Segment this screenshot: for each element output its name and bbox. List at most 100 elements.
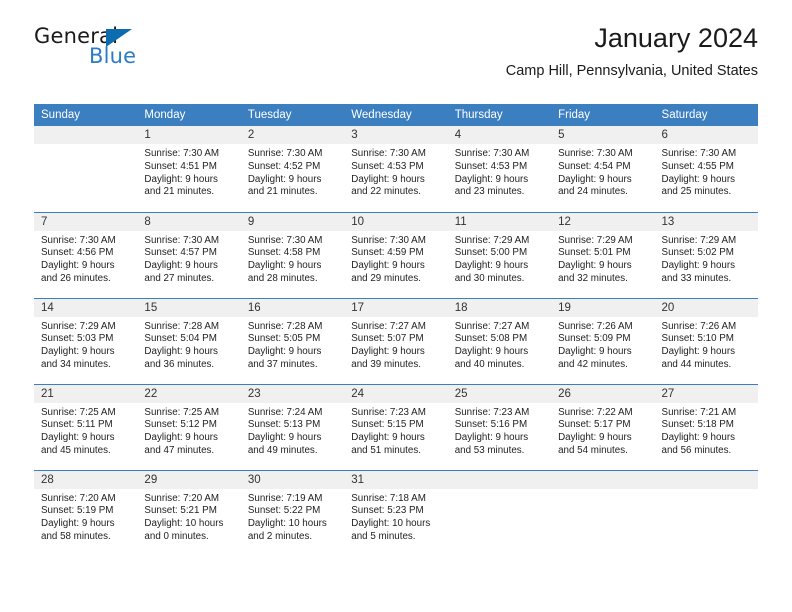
calendar-day-cell[interactable]: 3 Sunrise: 7:30 AM Sunset: 4:53 PM Daylight… [344,126,448,212]
day-sun-info: Sunrise: 7:29 AM Sunset: 5:01 PM Daylight:… [551,231,654,286]
calendar-day-cell[interactable]: 22 Sunrise: 7:25 AM Sunset: 5:12 PM Dayligh… [137,383,241,470]
weekday-header-row: Sunday Monday Tuesday Wednesday Thursday… [34,104,758,126]
calendar-day-cell[interactable]: 21 Sunrise: 7:25 AM Sunset: 5:11 PM Dayligh… [34,383,138,470]
sunrise-text: Sunrise: 7:30 AM [661,148,737,159]
calendar-day-cell[interactable]: 5 Sunrise: 7:30 AM Sunset: 4:54 PM Daylight… [551,126,655,212]
sunset-text: Sunset: 5:07 PM [351,333,424,345]
weekday-header-saturday: Saturday [654,104,758,126]
daylight-text-line2: and 54 minutes. [558,444,628,456]
daylight-text-line1: Daylight: 9 hours [144,346,218,358]
day-number: 2 [240,126,345,144]
day-number [447,470,552,489]
day-sun-info: Sunrise: 7:21 AM Sunset: 5:18 PM Daylight:… [655,403,758,458]
day-sun-info: Sunrise: 7:30 AM Sunset: 4:53 PM Daylight:… [344,144,447,199]
calendar-week-row: 7 Sunrise: 7:30 AM Sunset: 4:56 PM Daylight… [34,211,758,298]
daylight-text-line1: Daylight: 9 hours [661,432,736,444]
calendar-day-cell[interactable]: 16 Sunrise: 7:28 AM Sunset: 5:05 PM Dayligh… [240,297,345,384]
calendar-day-cell[interactable]: 19 Sunrise: 7:26 AM Sunset: 5:09 PM Dayligh… [551,297,655,384]
weekday-header-sunday: Sunday [34,104,138,126]
calendar-day-cell[interactable]: 28 Sunrise: 7:20 AM Sunset: 5:19 PM Dayligh… [34,469,138,556]
calendar-day-cell[interactable]: 31 Sunrise: 7:18 AM Sunset: 5:23 PM Dayligh… [344,469,448,556]
day-sun-info: Sunrise: 7:30 AM Sunset: 4:58 PM Daylight:… [241,231,344,286]
daylight-text-line2: and 56 minutes. [661,444,732,456]
calendar-day-cell[interactable]: 20 Sunrise: 7:26 AM Sunset: 5:10 PM Dayligh… [654,297,758,384]
calendar-day-cell[interactable]: 13 Sunrise: 7:29 AM Sunset: 5:02 PM Dayligh… [654,211,758,298]
daylight-text-line1: Daylight: 9 hours [661,346,736,358]
calendar-day-cell[interactable]: 4 Sunrise: 7:30 AM Sunset: 4:53 PM Daylight… [447,126,552,212]
sunrise-text: Sunrise: 7:28 AM [247,320,323,332]
daylight-text-line2: and 49 minutes. [247,444,318,456]
sunrise-text: Sunrise: 7:30 AM [351,148,426,159]
day-number: 28 [34,470,138,489]
day-sun-info: Sunrise: 7:26 AM Sunset: 5:10 PM Daylight:… [655,317,758,372]
sunrise-text: Sunrise: 7:30 AM [144,148,220,159]
calendar-day-cell[interactable]: 7 Sunrise: 7:30 AM Sunset: 4:56 PM Daylight… [34,211,138,298]
calendar-day-cell[interactable]: 12 Sunrise: 7:29 AM Sunset: 5:01 PM Dayligh… [551,211,655,298]
sunrise-text: Sunrise: 7:29 AM [41,320,116,332]
day-sun-info: Sunrise: 7:26 AM Sunset: 5:09 PM Daylight:… [551,317,654,372]
daylight-text-line1: Daylight: 9 hours [41,432,115,444]
daylight-text-line1: Daylight: 9 hours [351,260,425,272]
sunrise-text: Sunrise: 7:20 AM [41,492,116,504]
sunset-text: Sunset: 4:59 PM [351,247,424,259]
day-sun-info: Sunrise: 7:30 AM Sunset: 4:56 PM Daylight:… [34,231,137,286]
sunrise-text: Sunrise: 7:29 AM [558,234,633,246]
day-sun-info: Sunrise: 7:19 AM Sunset: 5:22 PM Daylight:… [241,489,344,544]
calendar-day-cell[interactable]: 10 Sunrise: 7:30 AM Sunset: 4:59 PM Dayligh… [344,211,448,298]
day-sun-info: Sunrise: 7:30 AM Sunset: 4:52 PM Daylight:… [241,144,344,199]
sunrise-text: Sunrise: 7:29 AM [661,234,737,246]
calendar-day-cell[interactable]: 8 Sunrise: 7:30 AM Sunset: 4:57 PM Daylight… [137,211,241,298]
day-sun-info: Sunrise: 7:27 AM Sunset: 5:07 PM Daylight:… [344,317,447,372]
day-number: 31 [344,470,448,489]
title-block: January 2024 Camp Hill, Pennsylvania, Un… [506,22,758,81]
day-number: 19 [551,298,655,317]
day-sun-info: Sunrise: 7:20 AM Sunset: 5:21 PM Daylight:… [137,489,240,544]
calendar-day-cell[interactable]: 1 Sunrise: 7:30 AM Sunset: 4:51 PM Daylight… [137,126,241,212]
day-number: 21 [34,384,138,403]
day-sun-info: Sunrise: 7:28 AM Sunset: 5:04 PM Daylight:… [137,317,240,372]
daylight-text-line1: Daylight: 9 hours [144,260,218,272]
calendar-day-cell[interactable]: 6 Sunrise: 7:30 AM Sunset: 4:55 PM Daylight… [654,126,758,212]
calendar-week-row: 1 Sunrise: 7:30 AM Sunset: 4:51 PM Daylight… [34,126,758,212]
day-number: 3 [344,126,448,144]
sunrise-text: Sunrise: 7:26 AM [558,320,633,332]
calendar-day-cell[interactable]: 25 Sunrise: 7:23 AM Sunset: 5:16 PM Dayligh… [447,383,552,470]
brand-logo[interactable]: General Blue [34,24,234,72]
day-number: 24 [344,384,448,403]
sunset-text: Sunset: 5:16 PM [454,419,528,431]
daylight-text-line2: and 32 minutes. [558,272,628,284]
sunset-text: Sunset: 5:02 PM [661,247,734,259]
day-sun-info: Sunrise: 7:30 AM Sunset: 4:51 PM Daylight:… [137,144,240,199]
brand-name-blue: Blue [89,44,137,68]
calendar-day-cell[interactable]: 26 Sunrise: 7:22 AM Sunset: 5:17 PM Dayligh… [551,383,655,470]
daylight-text-line2: and 0 minutes. [144,530,209,542]
calendar-day-cell[interactable]: 15 Sunrise: 7:28 AM Sunset: 5:04 PM Dayligh… [137,297,241,384]
calendar-day-cell[interactable]: 14 Sunrise: 7:29 AM Sunset: 5:03 PM Dayligh… [34,297,138,384]
calendar-day-cell[interactable]: 18 Sunrise: 7:27 AM Sunset: 5:08 PM Dayligh… [447,297,552,384]
calendar-day-cell[interactable]: 27 Sunrise: 7:21 AM Sunset: 5:18 PM Dayligh… [654,383,758,470]
daylight-text-line2: and 27 minutes. [144,272,215,284]
day-number: 22 [137,384,241,403]
calendar-day-cell[interactable]: 9 Sunrise: 7:30 AM Sunset: 4:58 PM Daylight… [240,211,345,298]
calendar-day-cell[interactable]: 30 Sunrise: 7:19 AM Sunset: 5:22 PM Dayligh… [240,469,345,556]
daylight-text-line1: Daylight: 9 hours [351,173,425,185]
calendar-day-cell[interactable]: 23 Sunrise: 7:24 AM Sunset: 5:13 PM Dayligh… [240,383,345,470]
daylight-text-line2: and 28 minutes. [247,272,318,284]
day-sun-info: Sunrise: 7:30 AM Sunset: 4:53 PM Daylight:… [448,144,551,199]
calendar-day-cell[interactable]: 2 Sunrise: 7:30 AM Sunset: 4:52 PM Daylight… [240,126,345,212]
day-number: 13 [654,212,758,231]
daylight-text-line2: and 37 minutes. [247,358,318,370]
calendar-day-cell[interactable]: 24 Sunrise: 7:23 AM Sunset: 5:15 PM Dayligh… [344,383,448,470]
sunrise-text: Sunrise: 7:27 AM [351,320,426,332]
daylight-text-line1: Daylight: 10 hours [351,518,431,530]
day-sun-info: Sunrise: 7:30 AM Sunset: 4:57 PM Daylight:… [137,231,240,286]
sunrise-text: Sunrise: 7:24 AM [247,406,323,418]
calendar-day-cell[interactable]: 11 Sunrise: 7:29 AM Sunset: 5:00 PM Dayligh… [447,211,552,298]
calendar-day-cell[interactable]: 17 Sunrise: 7:27 AM Sunset: 5:07 PM Dayligh… [344,297,448,384]
calendar-cell-empty [34,126,138,212]
calendar-table: Sunday Monday Tuesday Wednesday Thursday… [34,104,758,556]
day-sun-info: Sunrise: 7:22 AM Sunset: 5:17 PM Daylight:… [551,403,654,458]
sunset-text: Sunset: 5:08 PM [454,333,528,345]
calendar-day-cell[interactable]: 29 Sunrise: 7:20 AM Sunset: 5:21 PM Dayligh… [137,469,241,556]
daylight-text-line2: and 29 minutes. [351,272,421,284]
